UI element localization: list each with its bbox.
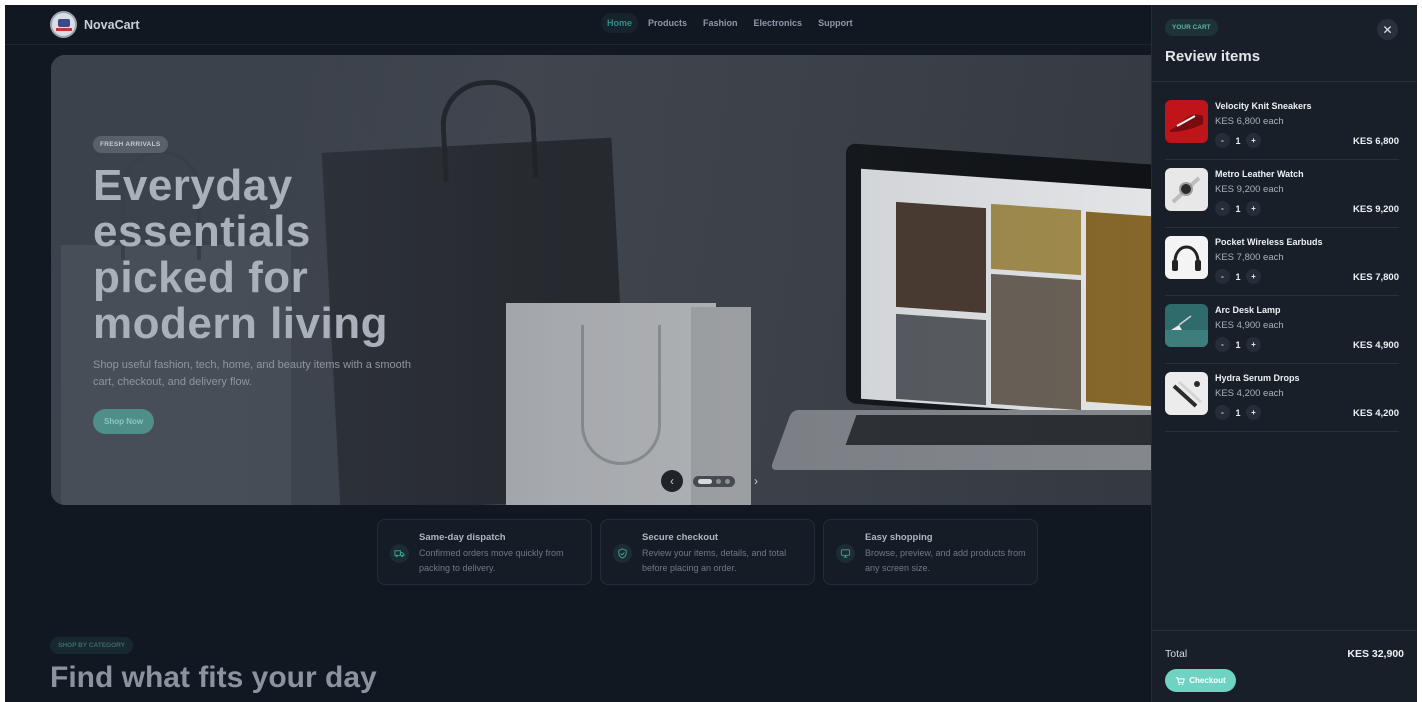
- cart-item-name: Arc Desk Lamp: [1215, 305, 1281, 315]
- quantity-value: 1: [1235, 339, 1241, 350]
- quantity-stepper: - 1 +: [1215, 269, 1261, 284]
- cart-item-price: KES 7,800 each: [1215, 252, 1284, 263]
- carousel-dot-1[interactable]: [698, 478, 712, 484]
- cart-item-total: KES 4,900: [1353, 340, 1399, 351]
- chevron-left-icon[interactable]: ‹: [661, 470, 683, 492]
- checkout-button[interactable]: Checkout: [1165, 669, 1236, 692]
- checkout-label: Checkout: [1189, 676, 1226, 685]
- decrease-quantity-button[interactable]: -: [1215, 201, 1230, 216]
- nav-fashion[interactable]: Fashion: [697, 13, 744, 33]
- shield-check-icon: [613, 544, 632, 563]
- cart-badge: YOUR CART: [1165, 19, 1218, 36]
- nav-home[interactable]: Home: [601, 13, 639, 33]
- category-title: Find what fits your day: [50, 661, 377, 694]
- nav-support[interactable]: Support: [812, 13, 859, 33]
- feature-cards: Same-day dispatch Confirmed orders move …: [377, 519, 1038, 585]
- carousel-dots: [693, 475, 735, 487]
- cart-item-total: KES 9,200: [1353, 204, 1399, 215]
- decrease-quantity-button[interactable]: -: [1215, 405, 1230, 420]
- cart-drawer: YOUR CART Review items ✕ Velocity Knit S…: [1151, 5, 1417, 702]
- cart-item-total: KES 4,200: [1353, 408, 1399, 419]
- feature-description: Review your items, details, and total be…: [642, 548, 787, 573]
- decrease-quantity-button[interactable]: -: [1215, 133, 1230, 148]
- cart-header: YOUR CART Review items ✕: [1152, 5, 1417, 82]
- cart-item: Arc Desk Lamp KES 4,900 each - 1 + KES 4…: [1165, 296, 1399, 364]
- quantity-stepper: - 1 +: [1215, 405, 1261, 420]
- cart-footer: Total KES 32,900 Checkout: [1152, 630, 1417, 702]
- cart-item-price: KES 6,800 each: [1215, 116, 1284, 127]
- brand-name: NovaCart: [84, 17, 140, 32]
- feature-description: Confirmed orders move quickly from packi…: [419, 548, 564, 573]
- quantity-value: 1: [1235, 271, 1241, 282]
- decrease-quantity-button[interactable]: -: [1215, 269, 1230, 284]
- cart-item-total: KES 7,800: [1353, 272, 1399, 283]
- hero-content: FRESH ARRIVALS Everyday essentials picke…: [93, 133, 453, 434]
- cart-item-name: Metro Leather Watch: [1215, 169, 1304, 179]
- page: NovaCart Home Products Fashion Electroni…: [5, 5, 1417, 702]
- quantity-stepper: - 1 +: [1215, 201, 1261, 216]
- cart-item-price: KES 4,900 each: [1215, 320, 1284, 331]
- quantity-value: 1: [1235, 135, 1241, 146]
- feature-title: Secure checkout: [642, 532, 719, 543]
- nav-electronics[interactable]: Electronics: [748, 13, 809, 33]
- cart-icon: [1176, 676, 1186, 685]
- feature-card: Secure checkout Review your items, detai…: [600, 519, 815, 585]
- shop-now-button[interactable]: Shop Now: [93, 409, 155, 434]
- sneaker-image: [1165, 100, 1208, 143]
- total-label: Total: [1165, 648, 1188, 660]
- quantity-value: 1: [1235, 203, 1241, 214]
- feature-title: Easy shopping: [865, 532, 933, 543]
- quantity-stepper: - 1 +: [1215, 133, 1261, 148]
- quantity-value: 1: [1235, 407, 1241, 418]
- hero-subtitle: Shop useful fashion, tech, home, and bea…: [93, 359, 411, 388]
- headphones-image: [1165, 236, 1208, 279]
- hero-badge: FRESH ARRIVALS: [93, 136, 168, 153]
- feature-card: Same-day dispatch Confirmed orders move …: [377, 519, 592, 585]
- cart-item-list: Velocity Knit Sneakers KES 6,800 each - …: [1165, 92, 1399, 432]
- chevron-right-icon[interactable]: ›: [745, 470, 767, 492]
- watch-image: [1165, 168, 1208, 211]
- cart-item-name: Pocket Wireless Earbuds: [1215, 237, 1323, 247]
- feature-card: Easy shopping Browse, preview, and add p…: [823, 519, 1038, 585]
- monitor-icon: [836, 544, 855, 563]
- carousel-dot-3[interactable]: [725, 478, 730, 484]
- increase-quantity-button[interactable]: +: [1246, 133, 1261, 148]
- cart-item-name: Hydra Serum Drops: [1215, 373, 1300, 383]
- cart-item: Hydra Serum Drops KES 4,200 each - 1 + K…: [1165, 364, 1399, 432]
- category-badge: SHOP BY CATEGORY: [50, 637, 133, 654]
- close-icon[interactable]: ✕: [1377, 19, 1398, 40]
- hero-title: Everyday essentials picked for modern li…: [93, 161, 388, 348]
- feature-description: Browse, preview, and add products from a…: [865, 548, 1026, 573]
- brand[interactable]: NovaCart: [50, 11, 140, 38]
- cart-item-name: Velocity Knit Sneakers: [1215, 101, 1312, 111]
- carousel-dot-2[interactable]: [716, 478, 721, 484]
- lamp-image: [1165, 304, 1208, 347]
- increase-quantity-button[interactable]: +: [1246, 405, 1261, 420]
- cart-item-total: KES 6,800: [1353, 136, 1399, 147]
- brand-logo: [50, 11, 77, 38]
- increase-quantity-button[interactable]: +: [1246, 269, 1261, 284]
- cart-item: Metro Leather Watch KES 9,200 each - 1 +…: [1165, 160, 1399, 228]
- feature-title: Same-day dispatch: [419, 532, 506, 543]
- cart-item: Pocket Wireless Earbuds KES 7,800 each -…: [1165, 228, 1399, 296]
- truck-icon: [390, 544, 409, 563]
- cart-title: Review items: [1165, 48, 1261, 65]
- total-value: KES 32,900: [1347, 648, 1404, 660]
- main-nav: Home Products Fashion Electronics Suppor…: [601, 13, 859, 33]
- serum-image: [1165, 372, 1208, 415]
- hero-banner: FRESH ARRIVALS Everyday essentials picke…: [51, 55, 1171, 505]
- cart-item-price: KES 9,200 each: [1215, 184, 1284, 195]
- decrease-quantity-button[interactable]: -: [1215, 337, 1230, 352]
- cart-item-price: KES 4,200 each: [1215, 388, 1284, 399]
- increase-quantity-button[interactable]: +: [1246, 201, 1261, 216]
- increase-quantity-button[interactable]: +: [1246, 337, 1261, 352]
- nav-products[interactable]: Products: [642, 13, 693, 33]
- quantity-stepper: - 1 +: [1215, 337, 1261, 352]
- cart-item: Velocity Knit Sneakers KES 6,800 each - …: [1165, 92, 1399, 160]
- hero-carousel-controls: ‹ ›: [661, 470, 767, 492]
